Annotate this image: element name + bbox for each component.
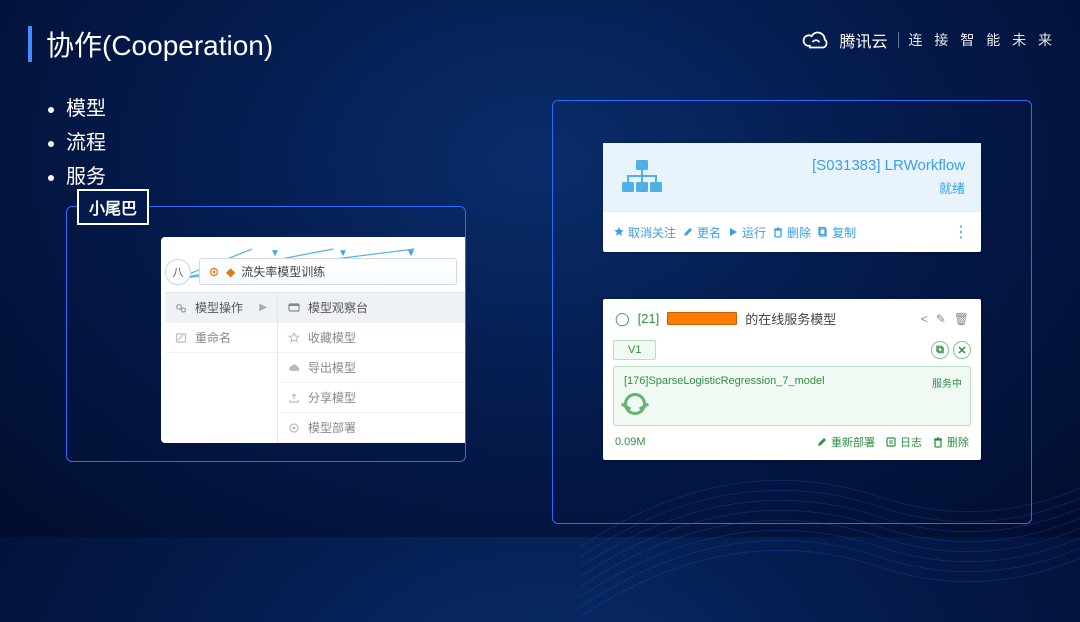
flow-node-badge[interactable]: 八 [165,259,191,285]
play-icon [727,226,739,238]
brand-name: 腾讯云 [840,28,888,52]
gears-icon [175,302,187,314]
more-icon[interactable]: ⋮ [953,222,971,242]
expand-toggle-icon[interactable]: ◯ [615,311,630,327]
deploy-icon [288,422,300,434]
copy-icon[interactable]: ⧉ [931,341,949,359]
cloud-logo-icon [802,30,830,50]
log-icon [885,436,897,448]
brand-tagline: 连 接 智 能 未 来 [909,30,1056,50]
workflow-header: [S031383] LRWorkflow 就绪 [603,143,981,211]
flow-node-label: 流失率模型训练 [241,263,325,280]
workflow-actions: 取消关注更名运行删除复制 ⋮ [603,211,981,252]
pencil-icon [682,226,694,238]
svc-action-pencil[interactable]: 重新部署 [816,434,875,450]
service-state: 服务中 [932,375,962,390]
workflow-status: 就绪 [812,178,965,197]
title-accent-bar [28,26,32,62]
service-title-suffix: 的在线服务模型 [745,309,836,328]
service-model-row[interactable]: [176]SparseLogisticRegression_7_model 服务… [613,366,971,426]
context-menu: 模型操作▶重命名 模型观察台收藏模型导出模型分享模型模型部署 [165,292,465,443]
delete-icon[interactable]: 🗑 [954,312,969,326]
wf-action-star[interactable]: 取消关注 [613,224,676,241]
svc-action-trash[interactable]: 删除 [932,434,969,450]
model-ops-screenshot: 八 ◆ 流失率模型训练 模型操作▶重命名 模型观察台收藏模型导出模型分享模型模型… [161,237,465,443]
console-icon [288,302,300,314]
chevron-right-icon: ▶ [259,302,267,313]
close-icon[interactable]: ✕ [953,341,971,359]
arrow-down-icon [406,243,416,259]
service-id: [21] [638,311,660,326]
slide-title: 协作(Cooperation) [28,24,273,64]
service-size: 0.09M [615,436,646,448]
trash-icon [772,226,784,238]
workflow-tree-icon [619,158,665,196]
rename-icon [175,332,187,344]
wf-action-trash[interactable]: 删除 [772,224,811,241]
wf-action-pencil[interactable]: 更名 [682,224,721,241]
star-icon [288,332,300,344]
ctx-item-share[interactable]: 分享模型 [278,383,465,413]
service-model-name: [176]SparseLogisticRegression_7_model [624,375,960,387]
redacted-name [667,312,737,325]
service-header: ◯ [21] 的在线服务模型 < ✎ 🗑 [603,299,981,338]
service-ring-icon [624,393,646,415]
edit-icon[interactable]: ✎ [936,312,946,326]
copy-icon [817,226,829,238]
arrow-down-icon [338,243,348,259]
service-footer: 0.09M 重新部署日志删除 [615,434,969,450]
panel-workflow-service: [S031383] LRWorkflow 就绪 取消关注更名运行删除复制⋮ ◯ … [552,100,1032,524]
panel-tag: 小尾巴 [77,189,149,225]
service-card: ◯ [21] 的在线服务模型 < ✎ 🗑 V1 ⧉ ✕ [176]SparseL… [603,299,981,460]
bullet-list: 模型 流程 服务 [48,92,106,194]
bullet-item: 流程 [66,126,106,160]
arrow-down-icon [270,243,280,259]
brand-block: 腾讯云 连 接 智 能 未 来 [802,28,1056,52]
pencil-icon [816,436,828,448]
panel-model-ops: 小尾巴 八 ◆ 流失率模型训练 模型操作▶重命名 模型观察台收藏模型导出模型分享… [66,206,466,462]
wf-action-copy[interactable]: 复制 [817,224,856,241]
workflow-card: [S031383] LRWorkflow 就绪 取消关注更名运行删除复制 ⋮ [603,143,981,252]
gear-icon [208,266,220,278]
workflow-title: [S031383] LRWorkflow [812,157,965,174]
ctx-item-rename[interactable]: 重命名 [165,323,277,353]
ctx-item-gears[interactable]: 模型操作▶ [165,293,277,323]
share-icon [288,392,300,404]
wf-action-play[interactable]: 运行 [727,224,766,241]
ctx-item-console[interactable]: 模型观察台 [278,293,465,323]
ctx-item-deploy[interactable]: 模型部署 [278,413,465,443]
brand-divider [898,32,899,48]
title-text: 协作(Cooperation) [46,24,273,64]
svc-action-log[interactable]: 日志 [885,434,922,450]
ctx-item-cloud[interactable]: 导出模型 [278,353,465,383]
ctx-item-star[interactable]: 收藏模型 [278,323,465,353]
flow-arrows [241,243,445,259]
star-icon [613,226,625,238]
trash-icon [932,436,944,448]
version-chip[interactable]: V1 [613,340,656,360]
share-icon[interactable]: < [921,312,928,326]
bullet-item: 模型 [66,92,106,126]
cloud-icon [288,362,300,374]
flow-node[interactable]: ◆ 流失率模型训练 [199,258,457,285]
